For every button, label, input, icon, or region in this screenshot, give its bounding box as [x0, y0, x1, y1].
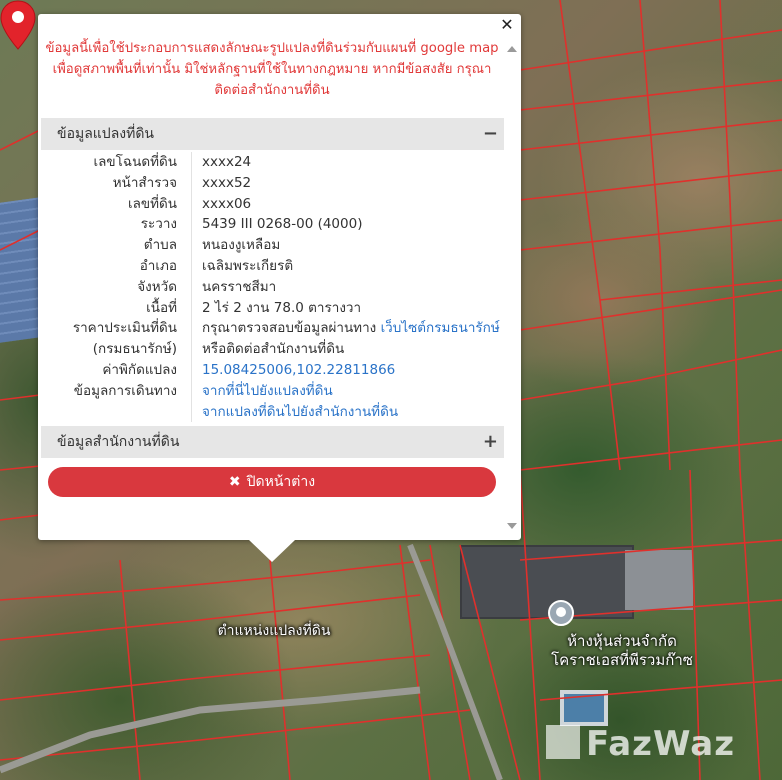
- disclaimer-line: ข้อมูลนี้เพื่อใช้ประกอบการแสดงลักษณะรูปแ…: [45, 41, 499, 56]
- row-value: 5439 III 0268-00 (4000): [191, 214, 504, 236]
- row-value: เฉลิมพระเกียรติ: [191, 255, 504, 277]
- info-row-appraisal: ราคาประเมินที่ดิน กรุณาตรวจสอบข้อมูลผ่าน…: [41, 318, 504, 340]
- land-info-popup: ✕ ข้อมูลนี้เพื่อใช้ประกอบการแสดงลักษณะรู…: [38, 14, 521, 540]
- watermark: FazWaz: [546, 724, 735, 764]
- row-label: หน้าสำรวจ: [112, 174, 177, 191]
- place-pin-icon[interactable]: [548, 600, 574, 626]
- location-pin-icon[interactable]: [0, 0, 36, 50]
- section-title: ข้อมูลแปลงที่ดิน: [57, 126, 155, 142]
- directions-to-office-link[interactable]: จากแปลงที่ดินไปยังสำนักงานที่ดิน: [191, 401, 504, 423]
- place-label-line2: โคราชเอสที่พีรวมก๊าซ: [551, 651, 693, 669]
- row-label: เลขที่ดิน: [127, 195, 177, 212]
- row-value: xxxx06: [191, 193, 504, 215]
- section-land-parcel-info[interactable]: ข้อมูลแปลงที่ดิน −: [41, 118, 504, 150]
- place-label-line1: ห้างหุ้นส่วนจำกัด: [567, 632, 677, 650]
- info-row-directions: ข้อมูลการเดินทาง จากที่นี่ไปยังแปลงที่ดิ…: [41, 380, 504, 402]
- row-label: ราคาประเมินที่ดิน: [72, 320, 177, 337]
- disclaimer: ข้อมูลนี้เพื่อใช้ประกอบการแสดงลักษณะรูปแ…: [42, 38, 502, 101]
- row-value: นครราชสีมา: [191, 276, 504, 298]
- close-window-button[interactable]: ✖ ปิดหน้าต่าง: [48, 467, 496, 497]
- info-row-land-no: เลขที่ดิน xxxx06: [41, 193, 504, 215]
- row-label: จังหวัด: [137, 278, 177, 295]
- row-value: หนองงูเหลือม: [191, 235, 504, 256]
- appraisal-text: กรุณาตรวจสอบข้อมูลผ่านทาง: [202, 320, 377, 337]
- info-row-district: อำเภอ เฉลิมพระเกียรติ: [41, 255, 504, 277]
- fazwaz-logo-icon: [546, 725, 580, 759]
- info-row-subdistrict: ตำบล หนองงูเหลือม: [41, 235, 504, 256]
- row-label: ข้อมูลการเดินทาง: [73, 382, 177, 399]
- info-row-appraisal-2: (กรมธนารักษ์) หรือติดต่อสำนักงานที่ดิน: [41, 339, 504, 360]
- row-label: ค่าพิกัดแปลง: [102, 361, 177, 378]
- land-info-table: เลขโฉนดที่ดิน xxxx24 หน้าสำรวจ xxxx52 เล…: [41, 152, 504, 423]
- close-window-label: ปิดหน้าต่าง: [246, 474, 316, 490]
- close-x-icon: ✖: [228, 474, 241, 490]
- row-label: ระวาง: [140, 216, 177, 233]
- directions-to-parcel-link[interactable]: จากที่นี่ไปยังแปลงที่ดิน: [191, 380, 504, 402]
- collapse-icon[interactable]: −: [483, 118, 498, 150]
- treasury-website-link[interactable]: เว็บไซต์กรมธนารักษ์: [381, 320, 500, 336]
- row-label: ตำบล: [143, 237, 177, 254]
- row-label: เนื้อที่: [146, 299, 177, 316]
- info-row-survey-page: หน้าสำรวจ xxxx52: [41, 172, 504, 194]
- row-value: xxxx24: [191, 152, 504, 173]
- section-title: ข้อมูลสำนักงานที่ดิน: [57, 434, 180, 450]
- scroll-down-arrow-icon[interactable]: [507, 523, 517, 529]
- row-label: (กรมธนารักษ์): [92, 341, 177, 358]
- row-label: [41, 402, 191, 423]
- row-value: กรุณาตรวจสอบข้อมูลผ่านทาง เว็บไซต์กรมธนา…: [191, 318, 504, 340]
- info-row-area: เนื้อที่ 2 ไร่ 2 งาน 78.0 ตารางวา: [41, 297, 504, 319]
- place-label[interactable]: ห้างหุ้นส่วนจำกัด โคราชเอสที่พีรวมก๊าซ: [522, 632, 722, 670]
- info-row-province: จังหวัด นครราชสีมา: [41, 276, 504, 298]
- info-row-deed-no: เลขโฉนดที่ดิน xxxx24: [41, 152, 504, 173]
- coords-link[interactable]: 15.08425006,102.22811866: [191, 359, 504, 381]
- section-land-office-info[interactable]: ข้อมูลสำนักงานที่ดิน +: [41, 426, 504, 458]
- info-row-coords: ค่าพิกัดแปลง 15.08425006,102.22811866: [41, 359, 504, 381]
- expand-icon[interactable]: +: [483, 426, 498, 458]
- watermark-text: FazWaz: [586, 724, 735, 764]
- info-row-map-sheet: ระวาง 5439 III 0268-00 (4000): [41, 214, 504, 236]
- row-value: 2 ไร่ 2 งาน 78.0 ตารางวา: [191, 297, 504, 319]
- marker-label: ตำแหน่งแปลงที่ดิน: [217, 623, 331, 639]
- row-label: เลขโฉนดที่ดิน: [93, 154, 177, 170]
- popup-tail: [249, 540, 295, 562]
- info-row-directions-2: จากแปลงที่ดินไปยังสำนักงานที่ดิน: [41, 401, 504, 423]
- scroll-up-arrow-icon[interactable]: [507, 46, 517, 52]
- disclaimer-line: ติดต่อสำนักงานที่ดิน: [214, 83, 330, 98]
- row-value: xxxx52: [191, 172, 504, 194]
- close-icon[interactable]: ✕: [499, 16, 515, 34]
- row-label: อำเภอ: [139, 257, 177, 274]
- disclaimer-line: เพื่อดูสภาพพื้นที่เท่านั้น มิใช่หลักฐานท…: [52, 62, 492, 77]
- row-value: หรือติดต่อสำนักงานที่ดิน: [191, 339, 504, 360]
